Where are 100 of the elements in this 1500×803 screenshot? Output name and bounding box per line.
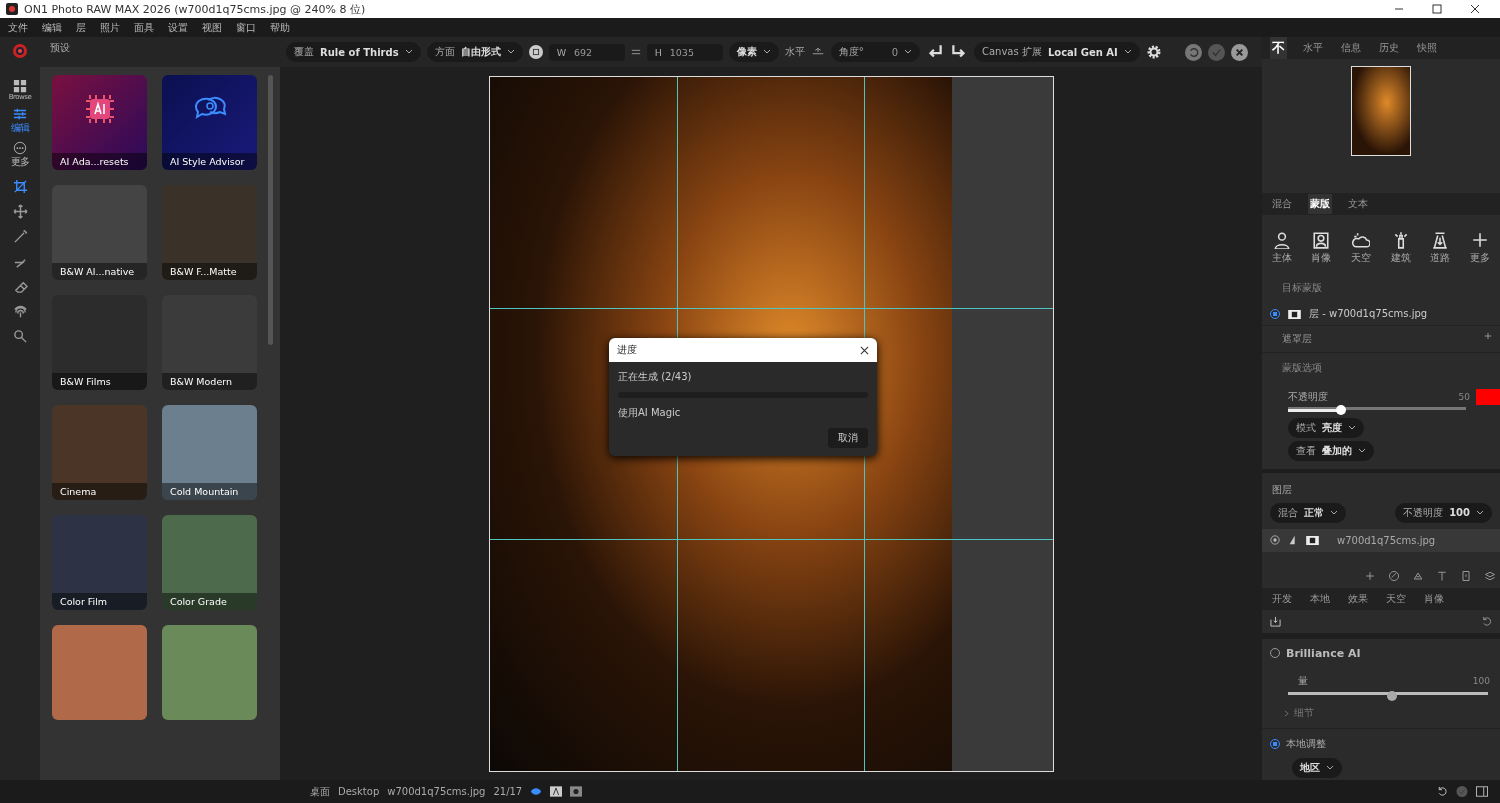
mode-dropdown[interactable]: 模式 亮度	[1288, 417, 1364, 438]
fingerprint-icon[interactable]	[12, 304, 28, 319]
maximize-icon[interactable]	[1432, 4, 1442, 14]
panel-toggle-icon[interactable]	[1476, 786, 1488, 797]
folder-link[interactable]: Desktop	[338, 786, 380, 797]
stack-icon[interactable]	[1484, 569, 1496, 582]
close-icon[interactable]	[860, 345, 869, 355]
view-mode-icon[interactable]	[550, 786, 563, 797]
eye-icon[interactable]	[1270, 535, 1280, 545]
panel-tab[interactable]: 天空	[1384, 588, 1408, 609]
cancel-button[interactable]: 取消	[828, 428, 868, 448]
panel-tab[interactable]: 混合	[1270, 194, 1294, 214]
wand-icon[interactable]	[12, 229, 28, 244]
mask-tool-button[interactable]: 主体	[1271, 231, 1292, 265]
preset-card[interactable]: B&W Al...native	[52, 185, 147, 280]
panel-tab[interactable]: 不	[1270, 37, 1287, 60]
preset-card[interactable]: AI Ada...resets	[52, 75, 147, 170]
panel-tab[interactable]: 信息	[1339, 38, 1363, 58]
module-tab[interactable]: 编辑	[10, 107, 30, 135]
menu-item[interactable]: 帮助	[270, 20, 290, 35]
menu-item[interactable]: 面具	[134, 20, 154, 35]
plus-icon[interactable]	[1484, 332, 1492, 340]
app-logo-icon[interactable]	[12, 43, 28, 59]
mask-view-icon[interactable]	[570, 786, 583, 797]
blend-dropdown[interactable]: 混合 正常	[1270, 502, 1346, 523]
lock-icon[interactable]	[528, 45, 543, 59]
opacity-dropdown[interactable]: 不透明度 100	[1395, 502, 1492, 523]
preset-label: B&W Al...native	[52, 263, 147, 280]
crop-icon[interactable]	[12, 179, 28, 194]
text-icon[interactable]	[1436, 569, 1448, 582]
aspect-dropdown[interactable]: 方面 自由形式	[426, 42, 523, 62]
preset-card[interactable]: Cold Mountain	[162, 405, 257, 500]
radio-button[interactable]	[1270, 739, 1280, 749]
preset-card[interactable]: Cinema	[52, 405, 147, 500]
panel-tab[interactable]: 开发	[1270, 588, 1294, 609]
eraser-icon[interactable]	[12, 279, 28, 294]
preset-card[interactable]: AI Style Advisor	[162, 75, 257, 170]
scrollbar[interactable]	[268, 75, 273, 345]
menu-item[interactable]: 文件	[8, 20, 28, 35]
caret-icon[interactable]	[1284, 709, 1289, 717]
panel-tab[interactable]: 蒙版	[1308, 194, 1332, 214]
menu-item[interactable]: 编辑	[42, 20, 62, 35]
reset-icon[interactable]	[1185, 43, 1202, 61]
preset-card[interactable]: Color Grade	[162, 515, 257, 610]
radio-button[interactable]	[1270, 309, 1280, 319]
plus-icon[interactable]	[1364, 569, 1376, 582]
chevron-icon	[1476, 509, 1484, 516]
chevron-icon	[1330, 509, 1338, 516]
reset-icon[interactable]	[1481, 615, 1492, 627]
overlay-color-swatch[interactable]	[1476, 389, 1500, 405]
mask-tool-button[interactable]: 肖像	[1311, 231, 1332, 265]
preset-card[interactable]: B&W Modern	[162, 295, 257, 390]
panel-tab[interactable]: 肖像	[1422, 588, 1446, 609]
menu-item[interactable]: 窗口	[236, 20, 256, 35]
preset-save-icon[interactable]	[1270, 615, 1281, 627]
panel-tab[interactable]: 快照	[1415, 38, 1439, 58]
eye-icon[interactable]	[530, 786, 543, 797]
menu-item[interactable]: 设置	[168, 20, 188, 35]
preset-card[interactable]: B&W F...Matte	[162, 185, 257, 280]
navigator-thumbnail[interactable]	[1351, 66, 1411, 156]
close-icon[interactable]	[1231, 43, 1248, 61]
angle-field[interactable]: 角度° 0	[830, 42, 920, 62]
panel-tab[interactable]: 水平	[1301, 38, 1325, 58]
overlay-dropdown[interactable]: 覆盖 Rule of Thirds	[286, 42, 421, 62]
height-field[interactable]: H 1035	[646, 43, 723, 61]
mask-tool-button[interactable]: 更多	[1470, 231, 1491, 265]
module-tab[interactable]: 更多	[10, 141, 30, 169]
mask-tool-button[interactable]: 天空	[1351, 231, 1372, 265]
move-icon[interactable]	[12, 204, 28, 219]
layer-row[interactable]: w700d1q75cms.jpg	[1262, 528, 1500, 552]
mask-tool-button[interactable]: 建筑	[1390, 231, 1411, 265]
view-dropdown[interactable]: 查看 叠加的	[1288, 440, 1374, 461]
panel-tab[interactable]: 效果	[1346, 588, 1370, 609]
target-layer-item[interactable]: 层 - w700d1q75cms.jpg	[1262, 303, 1500, 326]
reset-icon[interactable]	[1436, 786, 1448, 797]
close-icon[interactable]	[1470, 4, 1480, 14]
plus-icon	[1471, 231, 1490, 249]
crop-frame[interactable]	[489, 77, 1053, 771]
canvas-dropdown[interactable]: Canvas 扩展 Local Gen AI	[974, 42, 1140, 62]
sliders-icon	[13, 107, 27, 121]
panel-tab[interactable]: 历史	[1377, 38, 1401, 58]
mask-tool-button[interactable]: 道路	[1430, 231, 1451, 265]
unit-dropdown[interactable]: 像素	[728, 42, 779, 62]
portrait-icon	[1312, 231, 1331, 249]
menu-item[interactable]: 照片	[100, 20, 120, 35]
region-dropdown[interactable]: 地区	[1292, 758, 1342, 778]
preset-card[interactable]: Color Film	[52, 515, 147, 610]
location-label[interactable]: 桌面	[310, 784, 330, 799]
settings-icon[interactable]	[1145, 44, 1162, 60]
menu-item[interactable]: 层	[76, 20, 86, 35]
width-field[interactable]: W 692	[548, 43, 625, 61]
panel-tab[interactable]: 文本	[1346, 194, 1370, 214]
preset-card[interactable]: B&W Films	[52, 295, 147, 390]
road-icon	[1431, 231, 1450, 249]
opacity-slider[interactable]	[1288, 405, 1466, 412]
menu-item[interactable]: 视图	[202, 20, 222, 35]
panel-tab[interactable]: 本地	[1308, 588, 1332, 609]
frame-icon[interactable]	[1460, 569, 1472, 582]
swap-icon[interactable]	[630, 47, 641, 57]
search-icon[interactable]	[12, 329, 28, 344]
